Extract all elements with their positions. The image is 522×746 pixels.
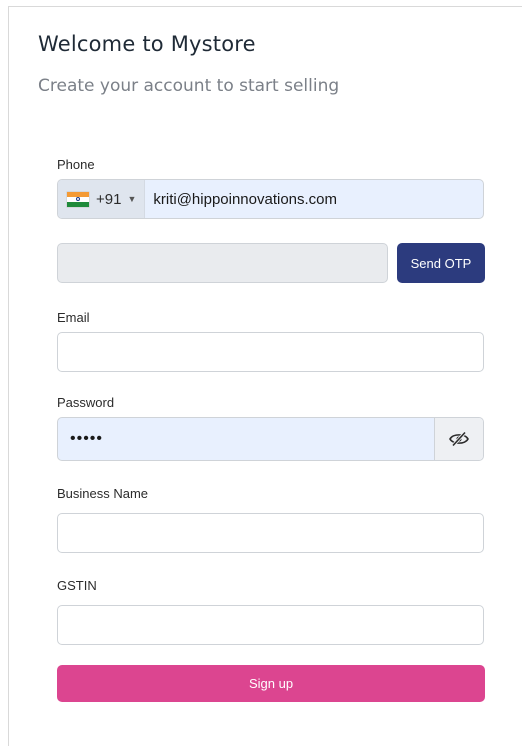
page-subtitle: Create your account to start selling — [38, 76, 340, 96]
gstin-field — [57, 605, 484, 645]
email-input[interactable] — [58, 333, 483, 371]
phone-label: Phone — [57, 157, 95, 172]
india-flag-icon — [67, 191, 89, 207]
country-code-selector[interactable]: +91 ▼ — [58, 180, 146, 218]
gstin-input[interactable] — [58, 606, 483, 644]
password-field — [57, 417, 484, 461]
business-name-input[interactable] — [58, 514, 483, 552]
send-otp-button[interactable]: Send OTP — [397, 243, 485, 283]
otp-field — [57, 243, 391, 284]
phone-input[interactable] — [145, 180, 483, 218]
password-input[interactable] — [58, 418, 434, 460]
chevron-down-icon: ▼ — [127, 194, 137, 204]
password-label: Password — [57, 395, 115, 410]
phone-field: +91 ▼ — [57, 179, 484, 219]
email-label: Email — [57, 310, 90, 325]
sign-up-button[interactable]: Sign up — [57, 665, 485, 702]
otp-input[interactable] — [58, 244, 391, 284]
gstin-label: GSTIN — [57, 578, 97, 593]
dial-code: +91 — [96, 190, 122, 208]
email-field — [57, 332, 484, 372]
business-name-label: Business Name — [57, 486, 149, 501]
business-name-field — [57, 513, 484, 553]
eye-slash-icon — [449, 431, 469, 447]
password-visibility-toggle[interactable] — [434, 418, 483, 460]
page-title: Welcome to Mystore — [38, 32, 256, 56]
